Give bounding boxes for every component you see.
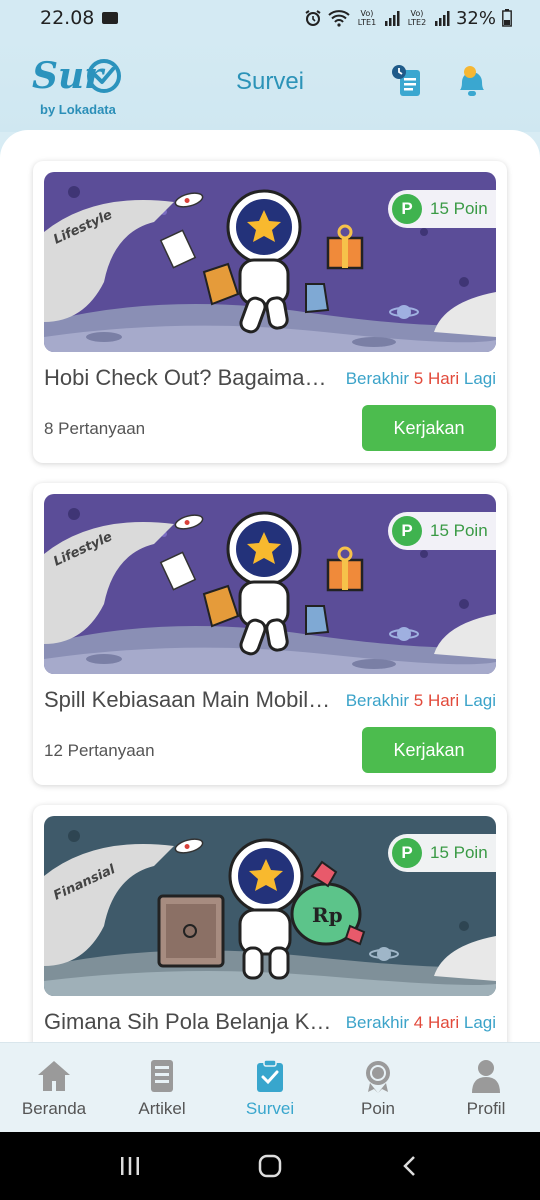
- points-badge: P 15 Poin: [388, 512, 496, 550]
- survey-history-button[interactable]: [388, 62, 428, 102]
- recent-apps-icon[interactable]: [118, 1154, 142, 1178]
- back-icon[interactable]: [398, 1154, 422, 1178]
- signal-icon-1: [384, 11, 400, 26]
- alarm-icon: [305, 10, 321, 26]
- points-label: 15 Poin: [430, 199, 488, 218]
- nav-label: Poin: [360, 1099, 396, 1118]
- survey-title: Hobi Check Out? Bagaimana Kebiasaanmu: [44, 365, 334, 390]
- survey-card[interactable]: Lifestyle P 15 Poin: [33, 483, 507, 785]
- bottom-navigation: Beranda Artikel Survei Poin Profil: [0, 1042, 540, 1132]
- survey-title: Gimana Sih Pola Belanja Kamu: [44, 1009, 334, 1034]
- system-navigation-bar: [0, 1132, 540, 1200]
- nav-label: Survei: [245, 1099, 295, 1118]
- points-badge: P 15 Poin: [388, 834, 496, 872]
- survey-card[interactable]: Lifestyle P 15 Poin: [33, 161, 507, 463]
- status-bar: 22.08 Vo) LTE1 Vo) LTE2 32%: [0, 0, 540, 36]
- points-icon: P: [392, 516, 422, 546]
- folder-icon: [102, 12, 119, 24]
- notification-button[interactable]: [452, 62, 492, 102]
- survey-list-icon: [392, 65, 420, 96]
- nav-item-artikel[interactable]: Artikel: [108, 1043, 216, 1132]
- status-time: 22.08: [40, 7, 95, 29]
- survey-deadline: Berakhir 5 Hari Lagi: [346, 691, 496, 711]
- deadline-value: 5 Hari: [413, 369, 460, 388]
- wifi-icon: [328, 10, 350, 27]
- deadline-suffix: Lagi: [463, 369, 496, 388]
- nav-item-survei[interactable]: Survei: [216, 1043, 324, 1132]
- profile-icon: [472, 1060, 500, 1093]
- deadline-prefix: Berakhir: [345, 1013, 410, 1032]
- survey-card[interactable]: Finansial Rp P 15 Poin Gimana Sih Pola B…: [33, 805, 507, 1042]
- app-header: Sur by Lokadata Survei: [0, 36, 540, 132]
- survey-list[interactable]: Lifestyle P 15 Poin Hobi Check Out? Baga…: [0, 130, 540, 1042]
- sim1-label: Vo) LTE1: [357, 9, 377, 27]
- nav-label: Beranda: [21, 1099, 87, 1118]
- nav-item-profil[interactable]: Profil: [432, 1043, 540, 1132]
- kerjakan-button[interactable]: Kerjakan: [362, 405, 496, 451]
- deadline-suffix: Lagi: [463, 1013, 496, 1032]
- medal-icon: [366, 1061, 390, 1093]
- survey-deadline: Berakhir 5 Hari Lagi: [346, 369, 496, 389]
- survey-banner: Finansial Rp P 15 Poin: [44, 816, 496, 996]
- survey-clipboard-icon: [257, 1059, 283, 1092]
- points-label: 15 Poin: [430, 521, 488, 540]
- deadline-value: 4 Hari: [413, 1013, 460, 1032]
- points-badge: P 15 Poin: [388, 190, 496, 228]
- notification-bell-icon: [460, 66, 484, 96]
- deadline-prefix: Berakhir: [345, 691, 410, 710]
- nav-item-poin[interactable]: Poin: [324, 1043, 432, 1132]
- status-indicators: Vo) LTE1 Vo) LTE2 32%: [304, 8, 512, 29]
- status-time-group: 22.08: [40, 7, 119, 29]
- article-icon: [151, 1060, 173, 1092]
- nav-label: Artikel: [138, 1099, 186, 1118]
- logo-subtitle: by Lokadata: [40, 102, 116, 117]
- kerjakan-button[interactable]: Kerjakan: [362, 727, 496, 773]
- svg-text:Rp: Rp: [312, 903, 343, 927]
- battery-icon: [502, 9, 512, 27]
- sim2-label: Vo) LTE2: [407, 9, 427, 27]
- battery-percent: 32%: [455, 7, 496, 29]
- points-label: 15 Poin: [430, 843, 488, 862]
- home-button-icon[interactable]: [257, 1153, 283, 1179]
- deadline-prefix: Berakhir: [345, 369, 410, 388]
- nav-item-beranda[interactable]: Beranda: [0, 1043, 108, 1132]
- signal-icon-2: [434, 11, 450, 26]
- survey-title: Spill Kebiasaan Main Mobile Game: [44, 687, 334, 712]
- survey-banner: Lifestyle P 15 Poin: [44, 172, 496, 352]
- deadline-suffix: Lagi: [463, 691, 496, 710]
- question-count: 8 Pertanyaan: [44, 419, 146, 438]
- question-count: 12 Pertanyaan: [44, 741, 155, 760]
- home-icon: [38, 1061, 70, 1091]
- points-icon: P: [392, 838, 422, 868]
- survey-deadline: Berakhir 4 Hari Lagi: [346, 1013, 496, 1033]
- nav-label: Profil: [466, 1099, 506, 1118]
- points-icon: P: [392, 194, 422, 224]
- deadline-value: 5 Hari: [413, 691, 460, 710]
- survey-banner: Lifestyle P 15 Poin: [44, 494, 496, 674]
